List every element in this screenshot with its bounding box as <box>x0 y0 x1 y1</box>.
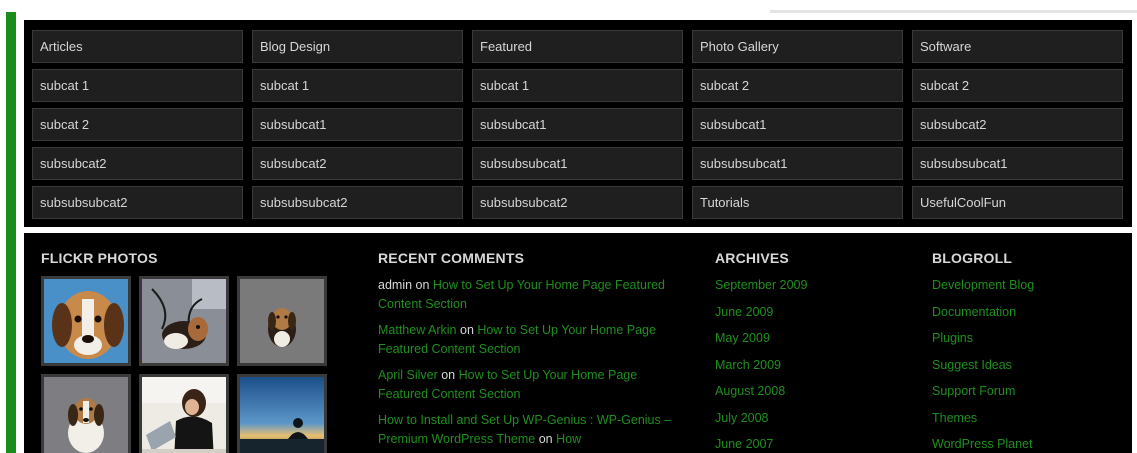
blogroll-link[interactable]: Documentation <box>932 305 1016 319</box>
archive-item: June 2009 <box>715 303 807 330</box>
flickr-title: FLICKR PHOTOS <box>41 250 158 266</box>
comment-on-separator: on <box>437 368 459 382</box>
comment-author-link[interactable]: Matthew Arkin <box>378 323 457 337</box>
flickr-photo-woman-at-laptop[interactable] <box>139 374 229 453</box>
archive-link[interactable]: August 2008 <box>715 384 785 398</box>
category-menu: Articles Blog Design Featured Photo Gallery… <box>24 20 1132 227</box>
category-link-featured[interactable]: Featured <box>472 30 683 63</box>
comment-author-link[interactable]: How to Install and Set Up WP-Genius : WP… <box>378 413 671 446</box>
left-accent-bar <box>6 12 16 453</box>
blogroll-link[interactable]: Support Forum <box>932 384 1015 398</box>
category-link-blog-design[interactable]: Blog Design <box>252 30 463 63</box>
comment-item: admin on How to Set Up Your Home Page Fe… <box>378 276 673 314</box>
comment-author-link[interactable]: April Silver <box>378 368 438 382</box>
blogroll-link[interactable]: Plugins <box>932 331 973 345</box>
flickr-photo-beagle-on-floor[interactable] <box>139 276 229 366</box>
blogroll-item: Documentation <box>932 303 1034 330</box>
category-link-subsubsubcat1[interactable]: subsubsubcat1 <box>472 147 683 180</box>
category-link-subsubsubcat1[interactable]: subsubsubcat1 <box>692 147 903 180</box>
blogroll-item: Development Blog <box>932 276 1034 303</box>
category-link-subsubsubcat2[interactable]: subsubsubcat2 <box>252 186 463 219</box>
flickr-photo-meditation-at-sunset[interactable] <box>237 374 327 453</box>
archive-link[interactable]: July 2008 <box>715 411 769 425</box>
comment-on-separator: on <box>535 432 557 446</box>
recent-comments-title: RECENT COMMENTS <box>378 250 525 266</box>
blogroll-link[interactable]: Development Blog <box>932 278 1034 292</box>
category-link-subsubsubcat1[interactable]: subsubsubcat1 <box>912 147 1123 180</box>
comment-post-link[interactable]: How <box>556 432 581 446</box>
blogroll-item: Support Forum <box>932 382 1034 409</box>
archive-item: August 2008 <box>715 382 807 409</box>
category-link-subsubcat1[interactable]: subsubcat1 <box>692 108 903 141</box>
flickr-photo-beagle-closeup[interactable] <box>41 276 131 366</box>
category-link-tutorials[interactable]: Tutorials <box>692 186 903 219</box>
category-link-subsubcat1[interactable]: subsubcat1 <box>252 108 463 141</box>
blogroll-list: Development Blog Documentation Plugins Sugg… <box>932 276 1034 453</box>
blogroll-item: Suggest Ideas <box>932 356 1034 383</box>
flickr-photo-grid <box>41 276 327 453</box>
archives-title: ARCHIVES <box>715 250 789 266</box>
comment-item: Matthew Arkin on How to Set Up Your Home… <box>378 321 673 359</box>
category-link-articles[interactable]: Articles <box>32 30 243 63</box>
archive-link[interactable]: May 2009 <box>715 331 770 345</box>
footer-widgets: FLICKR PHOTOS RECENT COMMENTS admin on H… <box>24 233 1132 453</box>
comment-author: admin <box>378 278 413 292</box>
category-link-usefulcoolfun[interactable]: UsefulCoolFun <box>912 186 1123 219</box>
category-link-subcat-1[interactable]: subcat 1 <box>472 69 683 102</box>
archive-item: July 2008 <box>715 409 807 436</box>
recent-comments-list: admin on How to Set Up Your Home Page Fe… <box>378 276 673 453</box>
blogroll-link[interactable]: WordPress Planet <box>932 437 1033 451</box>
archive-item: September 2009 <box>715 276 807 303</box>
category-link-subsubcat1[interactable]: subsubcat1 <box>472 108 683 141</box>
category-link-subsubcat2[interactable]: subsubcat2 <box>252 147 463 180</box>
category-link-subcat-1[interactable]: subcat 1 <box>252 69 463 102</box>
category-link-subsubcat2[interactable]: subsubcat2 <box>912 108 1123 141</box>
category-link-subcat-2[interactable]: subcat 2 <box>912 69 1123 102</box>
archive-link[interactable]: September 2009 <box>715 278 807 292</box>
category-link-subcat-1[interactable]: subcat 1 <box>32 69 243 102</box>
archive-link[interactable]: June 2007 <box>715 437 773 451</box>
blogroll-link[interactable]: Suggest Ideas <box>932 358 1012 372</box>
category-link-subsubsubcat2[interactable]: subsubsubcat2 <box>472 186 683 219</box>
archive-item: June 2007 <box>715 435 807 453</box>
archive-item: May 2009 <box>715 329 807 356</box>
flickr-photo-beagle-puppy-sitting[interactable] <box>237 276 327 366</box>
category-link-software[interactable]: Software <box>912 30 1123 63</box>
archive-item: March 2009 <box>715 356 807 383</box>
blogroll-title: BLOGROLL <box>932 250 1013 266</box>
blogroll-link[interactable]: Themes <box>932 411 977 425</box>
category-grid: Articles Blog Design Featured Photo Gallery… <box>32 30 1123 219</box>
comment-on-separator: on <box>456 323 478 337</box>
category-link-subsubcat2[interactable]: subsubcat2 <box>32 147 243 180</box>
archive-link[interactable]: June 2009 <box>715 305 773 319</box>
category-link-subcat-2[interactable]: subcat 2 <box>692 69 903 102</box>
comment-item: April Silver on How to Set Up Your Home … <box>378 366 673 404</box>
flickr-photo-beagle-sitting[interactable] <box>41 374 131 453</box>
blogroll-item: Plugins <box>932 329 1034 356</box>
blogroll-item: Themes <box>932 409 1034 436</box>
category-link-subcat-2[interactable]: subcat 2 <box>32 108 243 141</box>
archive-link[interactable]: March 2009 <box>715 358 781 372</box>
category-link-photo-gallery[interactable]: Photo Gallery <box>692 30 903 63</box>
comment-item: How to Install and Set Up WP-Genius : WP… <box>378 411 673 449</box>
archives-list: September 2009 June 2009 May 2009 March 200… <box>715 276 807 453</box>
comment-on-separator: on <box>412 278 433 292</box>
top-divider <box>770 10 1137 13</box>
category-link-subsubsubcat2[interactable]: subsubsubcat2 <box>32 186 243 219</box>
blogroll-item: WordPress Planet <box>932 435 1034 453</box>
